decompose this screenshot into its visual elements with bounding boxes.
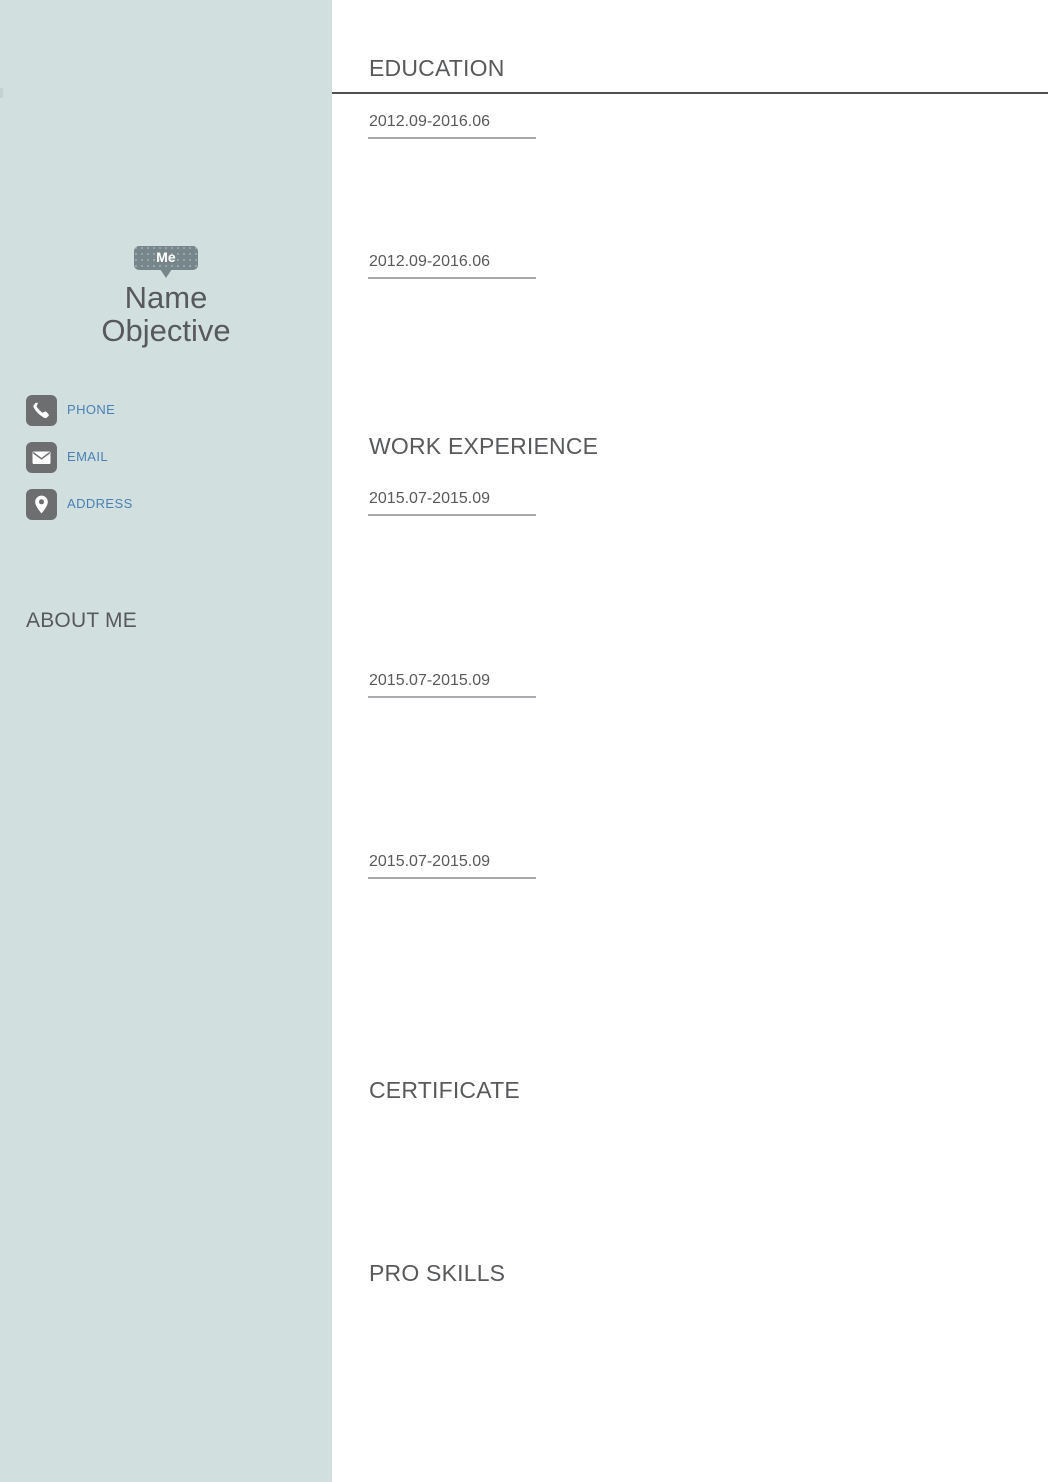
entry-rule-education-2 [368,277,536,279]
main-column: EDUCATION 2012.09-2016.06 2012.09-2016.0… [332,0,1048,1482]
identity-block: Me Name Objective [0,246,332,347]
contact-label-address: ADDRESS [67,496,133,511]
entry-date-work-1[interactable]: 2015.07-2015.09 [369,488,490,509]
entry-rule-education-1 [368,137,536,139]
about-me-heading: ABOUT ME [26,609,137,632]
sidebar-edge-mark [0,88,3,98]
entry-date-work-3[interactable]: 2015.07-2015.09 [369,851,490,872]
contact-row-address[interactable]: ADDRESS [26,489,316,536]
contact-label-email: EMAIL [67,449,109,464]
sidebar: Me Name Objective PHONE EMAIL ADDRESS AB… [0,0,332,1482]
contact-row-email[interactable]: EMAIL [26,442,316,489]
candidate-objective[interactable]: Objective [0,314,332,347]
entry-rule-work-1 [368,514,536,516]
me-badge-wrapper: Me [134,246,198,278]
section-heading-pro-skills: PRO SKILLS [369,1260,506,1286]
email-icon [26,442,57,473]
contact-label-phone: PHONE [67,402,116,417]
candidate-name[interactable]: Name [0,281,332,314]
section-heading-work-experience: WORK EXPERIENCE [369,433,599,459]
me-badge[interactable]: Me [134,246,198,278]
address-icon [26,489,57,520]
entry-rule-work-2 [368,696,536,698]
speech-bubble-tail-icon [160,269,172,278]
section-heading-certificate: CERTIFICATE [369,1077,520,1103]
entry-date-education-2[interactable]: 2012.09-2016.06 [369,251,490,272]
contact-row-phone[interactable]: PHONE [26,395,316,442]
me-badge-label: Me [156,249,176,265]
entry-date-work-2[interactable]: 2015.07-2015.09 [369,670,490,691]
phone-icon [26,395,57,426]
section-heading-education: EDUCATION [369,55,505,81]
section-rule-education [332,92,1048,94]
entry-rule-work-3 [368,877,536,879]
contact-list: PHONE EMAIL ADDRESS [26,395,316,536]
resume-page: Me Name Objective PHONE EMAIL ADDRESS AB… [0,0,1048,1482]
entry-date-education-1[interactable]: 2012.09-2016.06 [369,111,490,132]
